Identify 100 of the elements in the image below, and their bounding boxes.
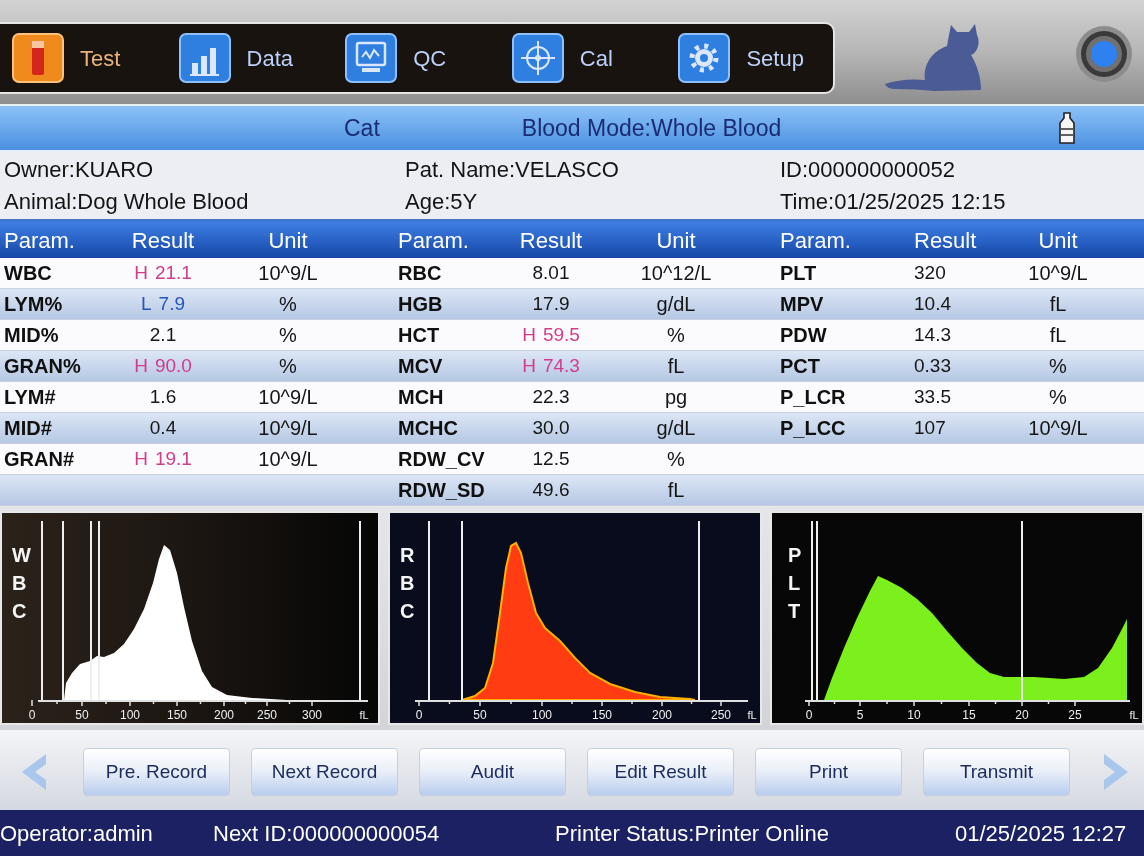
parameter-name: MCHC [398,417,458,439]
unit-label: 10^9/L [258,417,318,439]
flag-label: L [141,291,152,316]
sample-id-label: ID:000000000052 [780,157,955,183]
navigation-tab[interactable]: Setup [666,24,833,92]
flag-label: H [522,353,536,378]
printer-status-label: Printer Status:Printer Online [555,820,829,846]
action-button[interactable]: Pre. Record [83,748,230,796]
column-header: Result [914,227,977,253]
axis-tick-label: 250 [711,708,731,722]
parameter-name: RBC [398,262,442,284]
axis-tick-label: 150 [592,708,612,722]
result-value: 21.1 [154,260,192,285]
parameter-name: LYM# [4,386,56,408]
axis-tick-label: 100 [120,708,140,722]
axis-tick-label: 200 [652,708,672,722]
column-header: Unit [656,227,696,253]
axis-tick-label: 50 [473,708,487,722]
chevron-left-icon[interactable] [20,753,48,791]
date-time-label: 01/25/2025 12:27 [955,820,1127,846]
chevron-right-icon[interactable] [1102,753,1130,791]
unit-label: 10^9/L [258,386,318,408]
parameter-name: LYM% [4,293,63,315]
result-value: 59.5 [542,322,580,347]
result-value: 8.01 [532,260,570,285]
histogram-label: RBC [400,543,416,624]
unit-label: % [667,448,685,470]
parameter-name: P_LCR [780,386,846,408]
navigation-tab[interactable]: Test [0,24,167,92]
action-button[interactable]: Next Record [251,748,398,796]
action-button[interactable]: Print [755,748,902,796]
axis-tick-label: 200 [214,708,234,722]
parameter-name: GRAN% [4,355,81,377]
flag-label: H [522,322,536,347]
axis-tick-label: 25 [1068,708,1082,722]
column-header: Param. [398,227,469,253]
parameter-name: GRAN# [4,448,74,470]
unit-label: % [279,293,297,315]
unit-label: 10^9/L [258,448,318,470]
unit-label: fL [667,479,685,501]
unit-label: fL [1049,293,1067,315]
action-button[interactable]: Edit Result [587,748,734,796]
axis-tick-label: 250 [257,708,277,722]
action-button[interactable]: Transmit [923,748,1070,796]
axis-unit-label: fL [1129,709,1139,721]
parameter-name: RDW_SD [398,479,485,501]
navigation-tab[interactable]: QC [333,24,500,92]
parameter-name: HGB [398,293,443,315]
axis-tick-label: 10 [907,708,921,722]
axis-tick-label: 0 [415,708,423,722]
unit-label: % [279,355,297,377]
action-button[interactable]: Audit [419,748,566,796]
column-header: Unit [268,227,308,253]
result-value: 10.4 [914,291,951,316]
species-label: Cat [344,113,380,143]
result-value: 107 [914,415,946,440]
axis-tick-label: 50 [75,708,89,722]
blood-mode-label: Blood Mode:Whole Blood [521,113,782,143]
age-label: Age:5Y [405,188,478,214]
time-label: Time:01/25/2025 12:15 [780,188,1006,214]
parameter-name: MPV [780,293,824,315]
column-header: Param. [4,227,75,253]
bottle-icon [1058,112,1076,144]
axis-tick-label: 150 [167,708,187,722]
axis-tick-label: 100 [532,708,552,722]
column-header: Result [519,227,583,253]
parameter-name: PCT [780,355,820,377]
axis-tick-label: 300 [302,708,322,722]
unit-label: 10^12/L [640,262,712,284]
unit-label: fL [667,355,685,377]
axis-unit-label: fL [359,709,369,721]
crosshair-icon [511,33,564,83]
result-value: 49.6 [532,477,570,502]
parameter-name: MID% [4,324,59,346]
parameter-name: WBC [4,262,52,284]
unit-label: 10^9/L [1028,262,1088,284]
navigation-tab[interactable]: Data [166,24,334,92]
result-value: 320 [914,260,946,285]
monitor-icon [345,33,398,83]
column-header: Result [131,227,195,253]
result-value: 12.5 [532,446,570,471]
parameter-name: HCT [398,324,440,346]
unit-label: % [1049,386,1067,408]
axis-tick-label: 20 [1015,708,1029,722]
unit-label: 10^9/L [1028,417,1088,439]
result-value: 7.9 [158,291,185,316]
flag-label: H [134,446,148,471]
unit-label: g/dL [656,293,696,315]
parameter-name: MCV [398,355,443,377]
gear-icon [678,33,731,83]
result-value: 33.5 [914,384,951,409]
result-value: 0.33 [914,353,951,378]
result-value: 19.1 [154,446,192,471]
axis-tick-label: 15 [962,708,976,722]
axis-tick-label: 0 [805,708,813,722]
axis-tick-label: 5 [856,708,864,722]
operator-label: Operator:admin [0,820,153,846]
parameter-name: PDW [780,324,827,346]
indicator-light-icon[interactable] [1076,26,1132,82]
navigation-tab[interactable]: Cal [499,24,667,92]
